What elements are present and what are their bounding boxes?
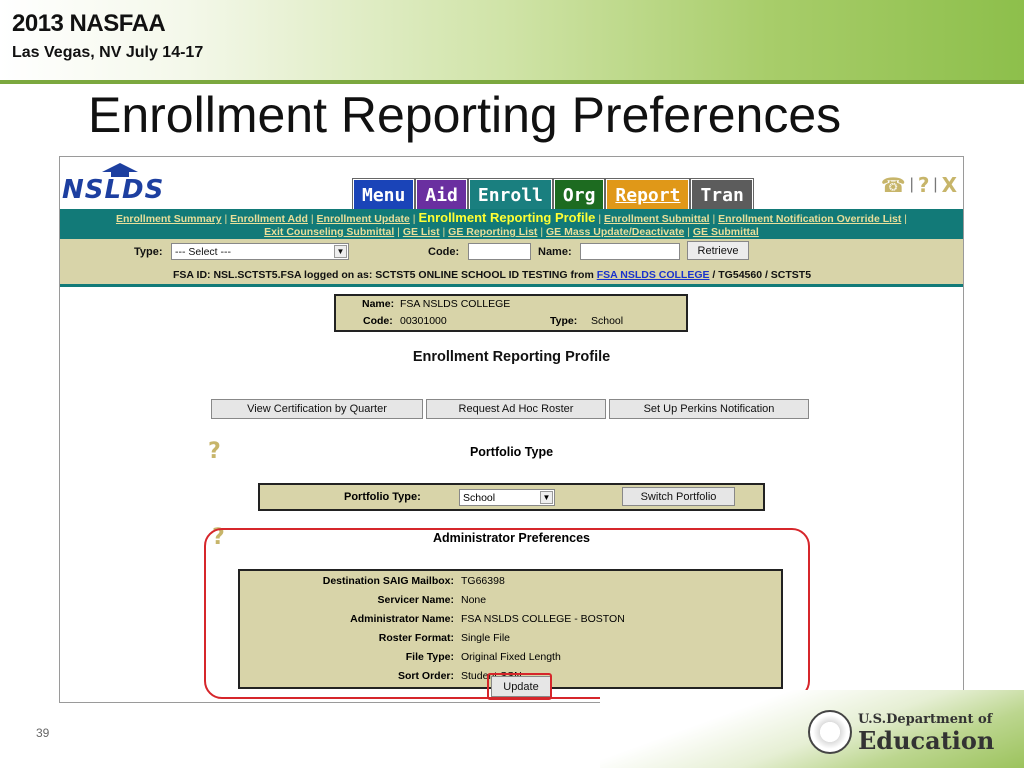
portfolio-box: Portfolio Type: School ▼ Switch Portfoli… [258,483,765,511]
subnav-notification-override-list[interactable]: Enrollment Notification Override List [718,213,901,225]
chevron-down-icon[interactable]: ▼ [540,491,553,504]
login-status-prefix: FSA ID: NSL.SCTST5.FSA logged on as: SCT… [173,269,597,281]
main-nav-tabs: Menu Aid Enroll Org Report Tran [353,179,753,211]
subnav-ge-list[interactable]: GE List [403,226,440,238]
subnav-row-2: Exit Counseling Submittal | GE List | GE… [60,226,963,239]
help-icon[interactable]: ? [918,173,930,197]
profile-title: Enrollment Reporting Profile [412,349,611,365]
portfolio-type-select[interactable]: School ▼ [459,489,555,506]
department-name-line2: Education [858,726,995,755]
tab-aid[interactable]: Aid [416,179,467,211]
enroll-subnav: Enrollment Summary | Enrollment Add | En… [60,209,963,239]
school-code: 00301000 [400,315,447,327]
utility-icons: ☎ | ? | X [881,173,957,197]
subnav-enrollment-summary[interactable]: Enrollment Summary [116,213,222,225]
update-button-highlight [487,673,552,700]
perkins-notification-button[interactable]: Set Up Perkins Notification [609,399,809,419]
school-code-label: Code: [363,315,393,327]
subnav-row-1: Enrollment Summary | Enrollment Add | En… [60,211,963,226]
code-input[interactable] [468,243,531,260]
tab-tran[interactable]: Tran [691,179,753,211]
school-type: School [591,315,624,327]
portfolio-type-title: Portfolio Type [469,445,554,459]
school-type-label: Type: [550,315,578,327]
subnav-ge-submittal[interactable]: GE Submittal [693,226,759,238]
switch-portfolio-button[interactable]: Switch Portfolio [622,487,735,506]
subnav-enrollment-update[interactable]: Enrollment Update [317,213,410,225]
subnav-separator: | [904,213,908,225]
tab-enroll[interactable]: Enroll [468,179,552,211]
name-label: Name: [538,246,572,258]
subnav-ge-reporting-list[interactable]: GE Reporting List [448,226,537,238]
icon-divider: | [909,176,914,193]
type-select-value: --- Select --- [175,245,231,258]
subnav-exit-counseling-submittal[interactable]: Exit Counseling Submittal [264,226,394,238]
department-seal-icon [808,710,852,754]
request-ad-hoc-roster-button[interactable]: Request Ad Hoc Roster [426,399,606,419]
search-bar: Type: --- Select --- ▼ Code: Name: Retri… [60,239,963,287]
name-input[interactable] [580,243,680,260]
type-select[interactable]: --- Select --- ▼ [171,243,349,260]
code-label: Code: [428,246,460,258]
school-link[interactable]: FSA NSLDS COLLEGE [597,269,710,281]
portfolio-type-label: Portfolio Type: [344,491,421,503]
retrieve-button[interactable]: Retrieve [687,241,749,260]
close-icon[interactable]: X [942,173,957,197]
login-status: FSA ID: NSL.SCTST5.FSA logged on as: SCT… [173,269,811,281]
portfolio-type-value: School [463,491,496,504]
slide-title: Enrollment Reporting Preferences [88,87,842,143]
view-certification-button[interactable]: View Certification by Quarter [211,399,423,419]
type-label: Type: [134,246,163,258]
conference-title: 2013 NASFAA [12,10,166,37]
tab-org[interactable]: Org [553,179,605,211]
conference-location: Las Vegas, NV July 14-17 [12,44,204,61]
phone-icon[interactable]: ☎ [881,173,906,197]
nslds-logo[interactable]: NSLDS [62,163,170,205]
login-status-suffix: / TG54560 / SCTST5 [709,269,812,281]
app-topbar: NSLDS Menu Aid Enroll Org Report Tran ☎ … [60,157,963,211]
subnav-enrollment-add[interactable]: Enrollment Add [230,213,308,225]
tab-report[interactable]: Report [606,179,690,211]
chevron-down-icon[interactable]: ▼ [334,245,347,258]
header-divider [0,80,1024,84]
logo-text: NSLDS [62,175,165,205]
subnav-current-enrollment-reporting-profile: Enrollment Reporting Profile [418,210,596,225]
school-info-box: Name: FSA NSLDS COLLEGE Code: 00301000 T… [334,294,688,332]
page-number: 39 [36,726,50,740]
school-name-label: Name: [362,298,395,310]
school-name: FSA NSLDS COLLEGE [400,298,511,310]
department-name-line1: U.S.Department of [858,712,993,727]
icon-divider: | [933,176,938,193]
subnav-enrollment-submittal[interactable]: Enrollment Submittal [604,213,710,225]
subnav-ge-mass-update[interactable]: GE Mass Update/Deactivate [546,226,684,238]
graduation-cap-icon [102,163,138,172]
tab-menu[interactable]: Menu [353,179,415,211]
